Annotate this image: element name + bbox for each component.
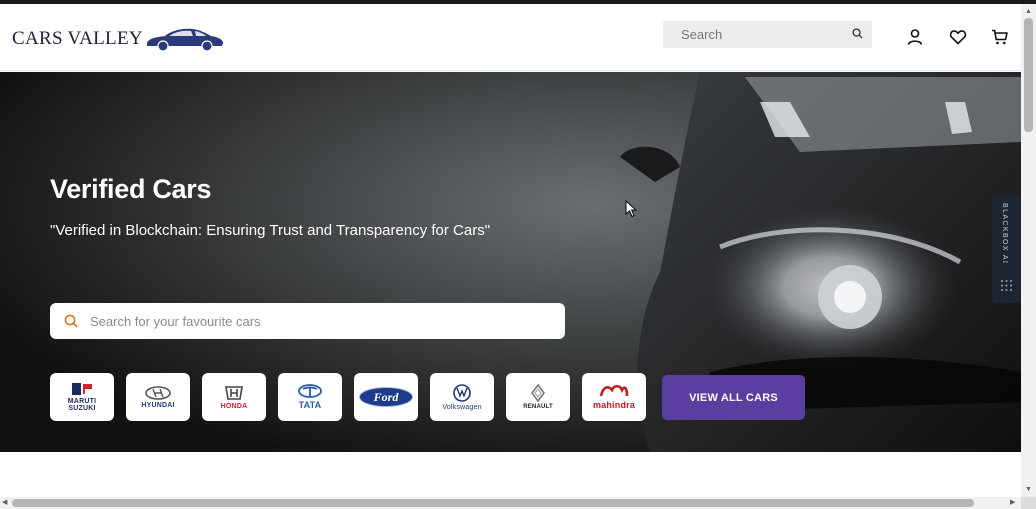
brand-list: MARUTI SUZUKI HYUNDAI HONDA TATA Ford Vo…: [50, 373, 658, 421]
tata-logo-icon: [298, 384, 322, 398]
heart-icon[interactable]: [949, 28, 967, 46]
hyundai-logo-icon: [145, 385, 171, 400]
search-icon: [64, 314, 78, 328]
honda-logo-icon: [225, 385, 243, 400]
brand-ford[interactable]: Ford: [354, 373, 418, 421]
brand-mahindra[interactable]: mahindra: [582, 373, 646, 421]
header-search: [663, 21, 872, 48]
hero-banner: Verified Cars "Verified in Blockchain: E…: [0, 72, 1021, 452]
brand-label: RENAULT: [523, 404, 553, 410]
blackbox-ai-side-tab[interactable]: BLACKBOX AI: [992, 195, 1021, 303]
hero-title: Verified Cars: [50, 174, 212, 204]
volkswagen-logo-icon: [453, 383, 471, 402]
brand-renault[interactable]: RENAULT: [506, 373, 570, 421]
horizontal-scrollbar-thumb[interactable]: [12, 499, 974, 507]
mahindra-logo-icon: [599, 384, 629, 397]
brand-label: Ford: [373, 389, 399, 404]
renault-logo-icon: [531, 384, 545, 402]
brand-maruti-suzuki[interactable]: MARUTI SUZUKI: [50, 373, 114, 421]
blackbox-ai-label: BLACKBOX AI: [1001, 203, 1008, 265]
brand-volkswagen[interactable]: Volkswagen: [430, 373, 494, 421]
horizontal-scrollbar[interactable]: ◀ ▶: [0, 497, 1021, 509]
view-all-cars-button[interactable]: VIEW ALL CARS: [662, 375, 805, 420]
scroll-up-arrow-icon[interactable]: ▲: [1025, 8, 1032, 15]
vertical-scrollbar[interactable]: ▲ ▼: [1021, 4, 1036, 497]
car-logo-icon: [146, 28, 223, 52]
dots-grid-icon: [1001, 280, 1012, 291]
brand-label: SUZUKI: [68, 405, 96, 412]
vertical-scrollbar-thumb[interactable]: [1024, 18, 1033, 132]
browser-viewport: CARS VALLEY Search Verified Cars "Verifi…: [0, 0, 1036, 509]
hero-search-input[interactable]: [90, 313, 530, 329]
brand-label: HONDA: [220, 402, 248, 410]
scroll-down-arrow-icon[interactable]: ▼: [1025, 486, 1032, 493]
brand-honda[interactable]: HONDA: [202, 373, 266, 421]
brand-hyundai[interactable]: HYUNDAI: [126, 373, 190, 421]
scrollbar-corner: [1021, 497, 1036, 509]
hero-search-bar: [50, 303, 565, 339]
cart-icon[interactable]: [991, 28, 1009, 46]
hero-subtitle: "Verified in Blockchain: Ensuring Trust …: [50, 222, 491, 239]
brand-label: MARUTI: [67, 398, 97, 405]
scroll-right-arrow-icon[interactable]: ▶: [1010, 499, 1015, 506]
site-header: CARS VALLEY: [0, 4, 1021, 71]
logo-text: CARS VALLEY: [12, 28, 143, 49]
header-search-input[interactable]: [663, 21, 833, 48]
scroll-left-arrow-icon[interactable]: ◀: [2, 499, 7, 506]
maruti-suzuki-logo-icon: [72, 383, 92, 395]
brand-label: mahindra: [592, 400, 636, 410]
brand-label: TATA: [298, 400, 322, 410]
search-icon[interactable]: [852, 28, 863, 39]
brand-label: Volkswagen: [442, 403, 482, 411]
mouse-cursor-icon: [625, 200, 637, 218]
brand-label: HYUNDAI: [141, 401, 175, 409]
user-icon[interactable]: [906, 28, 924, 46]
site-logo[interactable]: CARS VALLEY: [12, 26, 225, 52]
brand-tata[interactable]: TATA: [278, 373, 342, 421]
